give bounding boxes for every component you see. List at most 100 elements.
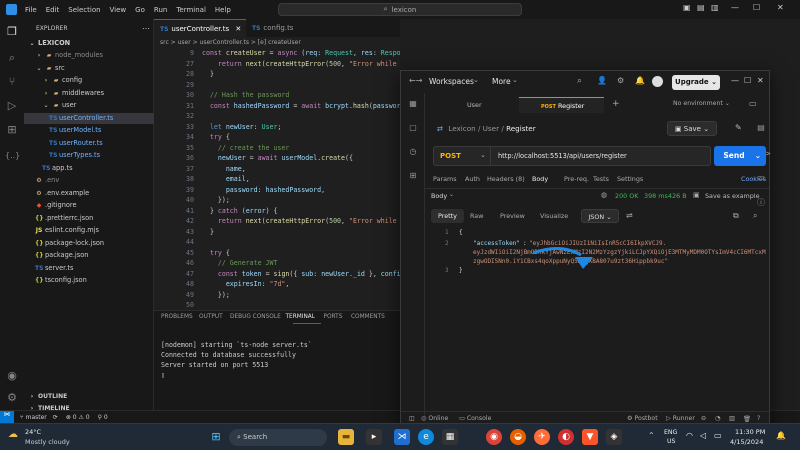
layout-panel-icon[interactable]: ▤ xyxy=(697,3,705,12)
explorer-root[interactable]: ⌄ LEXICON xyxy=(24,38,154,49)
app-icon[interactable]: ▦ xyxy=(442,429,458,445)
panel-tab-output[interactable]: OUTPUT xyxy=(199,314,223,320)
help-icon[interactable]: ? xyxy=(757,415,760,422)
panel-tab-ports[interactable]: PORTS xyxy=(324,314,343,320)
apps-icon[interactable]: ⊞ xyxy=(407,171,419,183)
brave-icon[interactable]: ▼ xyxy=(582,429,598,445)
vscode-icon[interactable]: ⋊ xyxy=(394,429,410,445)
battery-icon[interactable]: ▭ xyxy=(714,431,722,440)
explorer-item[interactable]: ⌄ ▰ src xyxy=(24,63,154,74)
firefox-icon[interactable]: ◒ xyxy=(510,429,526,445)
git-branch[interactable]: master xyxy=(26,414,47,421)
request-subtab-params[interactable]: Params xyxy=(433,175,457,183)
environments-icon[interactable]: ▢ xyxy=(407,123,419,135)
search-icon[interactable]: ⌕ xyxy=(5,51,19,65)
folder-icon[interactable]: ▬ xyxy=(338,429,354,445)
view-tab-raw[interactable]: Raw xyxy=(463,209,490,223)
account-icon[interactable]: ◉ xyxy=(5,369,19,383)
explorer-item[interactable]: ◆ .gitignore xyxy=(24,200,154,211)
edit-icon[interactable]: ✎ xyxy=(735,123,742,132)
search-icon[interactable]: ⌕ xyxy=(753,211,757,221)
console-button[interactable]: ▭ Console xyxy=(459,415,491,422)
save-button[interactable]: ▣ Save ⌄ xyxy=(667,121,717,136)
send-button[interactable]: Send ⌄ xyxy=(714,146,766,166)
environment-quicklook-icon[interactable]: ▭ xyxy=(749,99,757,108)
app2-icon[interactable]: ◈ xyxy=(606,429,622,445)
explorer-item[interactable]: › ▰ middlewares xyxy=(24,88,154,99)
browser-icon[interactable]: ◐ xyxy=(558,429,574,445)
weather-temp[interactable]: 24°C xyxy=(25,428,41,436)
explorer-item[interactable]: ⌄ ▰ user xyxy=(24,100,154,111)
postbot-button[interactable]: ⚙ Postbot xyxy=(627,415,658,422)
explorer-item[interactable]: TS userController.ts xyxy=(24,112,154,124)
menu-go[interactable]: Go xyxy=(135,6,145,14)
response-status[interactable]: 200 OK xyxy=(615,192,638,200)
volume-icon[interactable]: ◁ xyxy=(700,431,706,440)
request-subtab-prereq[interactable]: Pre-req. xyxy=(564,175,589,183)
more-menu[interactable]: More xyxy=(492,77,511,86)
cookies-icon[interactable]: ◔ xyxy=(715,415,720,422)
tray-chevron-icon[interactable]: ⌃ xyxy=(648,431,655,440)
maximize-icon[interactable]: ☐ xyxy=(744,76,751,85)
taskbar-search[interactable]: ⌕ Search xyxy=(229,429,327,446)
proxy-icon[interactable]: ⊖ xyxy=(701,415,706,422)
history-icon[interactable]: ◷ xyxy=(407,147,419,159)
close-icon[interactable]: ✕ xyxy=(777,3,784,12)
vault-icon[interactable]: ▥ xyxy=(729,415,735,422)
sync-icon[interactable]: ⟳ xyxy=(53,414,58,421)
online-status[interactable]: ◎ Online xyxy=(421,415,448,422)
format-select[interactable]: JSON ⌄ xyxy=(581,209,619,223)
nav-arrows-icon[interactable]: ←→ xyxy=(409,76,422,85)
maximize-icon[interactable]: ☐ xyxy=(753,3,760,12)
panel-tab-debug-console[interactable]: DEBUG CONSOLE xyxy=(230,314,281,320)
remote-icon[interactable]: ⋈ xyxy=(0,411,14,423)
response-time[interactable]: 398 ms xyxy=(644,192,668,200)
tab-config[interactable]: TS config.ts xyxy=(246,19,316,37)
postman-icon[interactable]: ✈ xyxy=(534,429,550,445)
response-size[interactable]: 426 B xyxy=(668,192,687,200)
explorer-item[interactable]: ⚙ .env xyxy=(24,175,154,186)
new-tab-icon[interactable]: + xyxy=(612,99,620,109)
invite-icon[interactable]: 👤 xyxy=(597,76,607,85)
explorer-item[interactable]: TS userModel.ts xyxy=(24,125,154,136)
clock-time[interactable]: 11:30 PM xyxy=(735,428,765,436)
docs-icon[interactable]: ▤ xyxy=(755,123,767,132)
settings-icon[interactable]: ⚙ xyxy=(617,76,624,85)
close-icon[interactable]: ✕ xyxy=(757,76,764,85)
url-input[interactable]: http://localhost:5513/api/users/register xyxy=(498,152,627,160)
workspaces-menu[interactable]: Workspaces xyxy=(429,77,474,86)
explorer-item[interactable]: TS app.ts xyxy=(24,163,154,174)
explorer-item[interactable]: › ▰ node_modules xyxy=(24,50,154,61)
layout-split-icon[interactable]: ▥ xyxy=(711,3,719,12)
cookies-link[interactable]: Cookies xyxy=(741,175,766,183)
settings-gear-icon[interactable]: ⚙ xyxy=(5,391,19,405)
menu-run[interactable]: Run xyxy=(154,6,167,14)
explorer-item[interactable]: TS userRouter.ts xyxy=(24,138,154,149)
copy-icon[interactable]: ⧉ xyxy=(733,211,739,221)
explorer-item[interactable]: TS server.ts xyxy=(24,263,154,274)
edge-icon[interactable]: e xyxy=(418,429,434,445)
explorer-item[interactable]: {}package-lock.json xyxy=(24,238,154,249)
menu-selection[interactable]: Selection xyxy=(68,6,100,14)
explorer-item[interactable]: {}tsconfig.json xyxy=(24,275,154,286)
response-body-tab[interactable]: Body xyxy=(431,192,447,200)
view-tab-visualize[interactable]: Visualize xyxy=(533,209,575,223)
trash-icon[interactable]: 🗑 xyxy=(743,415,751,423)
explorer-item[interactable]: TS userTypes.ts xyxy=(24,150,154,161)
method-select[interactable]: POST xyxy=(440,152,461,160)
tab-usercontroller[interactable]: TS userController.ts ✕ xyxy=(154,19,246,37)
environment-select[interactable]: No environment ⌄ xyxy=(673,100,730,107)
menu-help[interactable]: Help xyxy=(215,6,231,14)
wrap-lines-icon[interactable]: ⇌ xyxy=(626,211,633,220)
view-tab-pretty[interactable]: Pretty xyxy=(431,209,464,223)
menu-edit[interactable]: Edit xyxy=(46,6,60,14)
ports-count[interactable]: ⚲ 0 xyxy=(98,414,108,421)
extensions-icon[interactable]: ⊞ xyxy=(5,123,19,137)
explorer-item[interactable]: › ▰ config xyxy=(24,75,154,86)
problems-count[interactable]: ⊗ 0 ⚠ 0 xyxy=(66,414,90,421)
menu-view[interactable]: View xyxy=(110,6,127,14)
explorer-more-icon[interactable]: … xyxy=(142,22,150,31)
request-subtab-auth[interactable]: Auth xyxy=(465,175,480,183)
menu-terminal[interactable]: Terminal xyxy=(176,6,206,14)
clock-date[interactable]: 4/15/2024 xyxy=(730,438,763,446)
